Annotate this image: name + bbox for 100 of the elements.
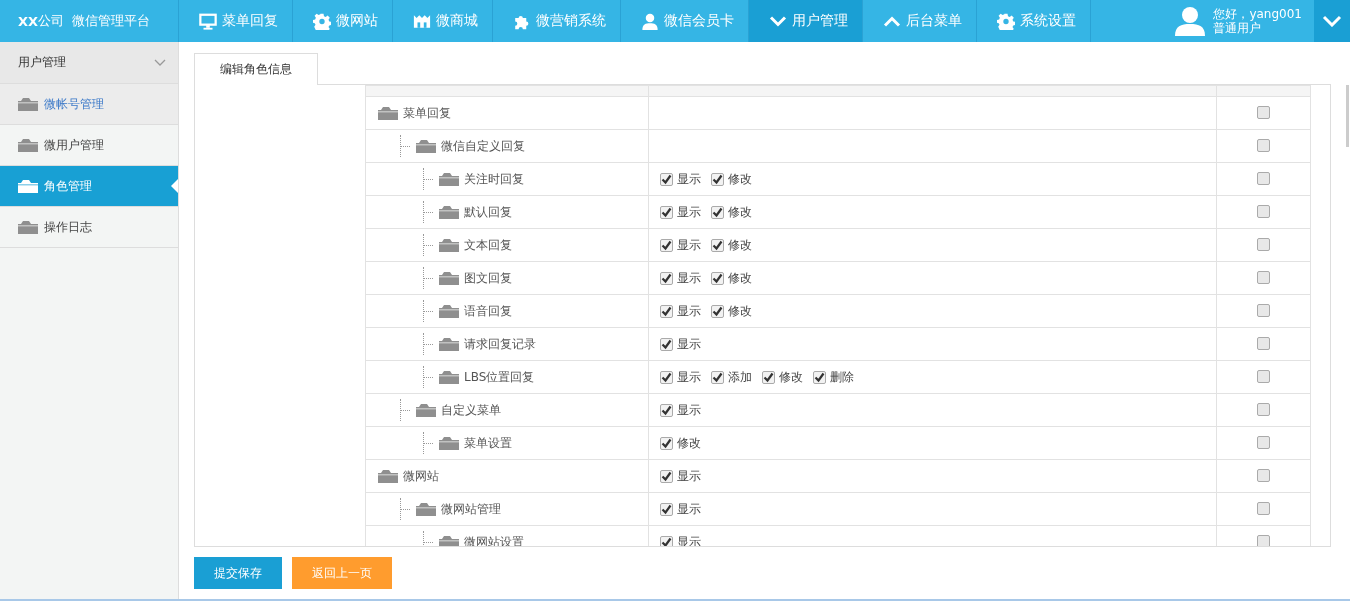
checkbox[interactable] xyxy=(1257,238,1270,251)
tree-node-label: 自定义菜单 xyxy=(441,401,501,419)
nav-tab[interactable]: 系统设置 xyxy=(976,0,1091,42)
folder-icon xyxy=(18,97,38,111)
checkbox[interactable] xyxy=(1257,205,1270,218)
brand-title: XX公司 微信管理平台 xyxy=(17,12,152,31)
permission-label: 显示 xyxy=(677,236,701,254)
sidebar-item[interactable]: 角色管理 xyxy=(0,166,178,207)
checkbox[interactable] xyxy=(660,337,673,351)
permission-label: 修改 xyxy=(728,203,752,221)
nav-tab[interactable]: 微网站 xyxy=(292,0,392,42)
person-icon xyxy=(641,12,659,30)
settings-icon xyxy=(313,12,331,30)
checkbox[interactable] xyxy=(660,172,673,186)
folder-icon xyxy=(378,469,398,483)
tree-node-label: 微网站管理 xyxy=(441,500,501,518)
permission-label: 修改 xyxy=(728,236,752,254)
checkbox[interactable] xyxy=(660,436,673,450)
folder-icon xyxy=(439,337,459,351)
checkbox[interactable] xyxy=(813,370,826,384)
tree-node-label: 请求回复记录 xyxy=(464,335,536,353)
user-greeting: 您好，yang001 xyxy=(1213,7,1302,21)
permission-label: 修改 xyxy=(779,368,803,386)
checkbox[interactable] xyxy=(711,370,724,384)
tree-node-label: 微信自定义回复 xyxy=(441,137,525,155)
checkbox[interactable] xyxy=(1257,304,1270,317)
permission-label: 显示 xyxy=(677,269,701,287)
folder-icon xyxy=(439,370,459,384)
checkbox[interactable] xyxy=(1257,403,1270,416)
folder-icon xyxy=(439,172,459,186)
checkbox[interactable] xyxy=(1257,370,1270,383)
folder-icon xyxy=(416,139,436,153)
folder-icon xyxy=(439,205,459,219)
nav-tab[interactable]: 微营销系统 xyxy=(492,0,620,42)
permission-label: 显示 xyxy=(677,500,701,518)
checkbox[interactable] xyxy=(660,304,673,318)
tree-node-label: 默认回复 xyxy=(464,203,512,221)
permission-label: 显示 xyxy=(677,302,701,320)
folder-icon xyxy=(18,138,38,152)
tree-node-label: 关注时回复 xyxy=(464,170,524,188)
checkbox[interactable] xyxy=(1257,469,1270,482)
sidebar-item[interactable]: 操作日志 xyxy=(0,207,178,248)
shop-icon xyxy=(413,12,431,30)
checkbox[interactable] xyxy=(1257,535,1270,546)
folder-icon xyxy=(378,106,398,120)
checkbox[interactable] xyxy=(1257,106,1270,119)
folder-icon xyxy=(439,238,459,252)
checkbox[interactable] xyxy=(1257,271,1270,284)
checkbox[interactable] xyxy=(711,271,724,285)
permission-label: 修改 xyxy=(677,434,701,452)
checkbox[interactable] xyxy=(660,205,673,219)
folder-icon xyxy=(416,502,436,516)
tab[interactable]: 编辑角色信息 xyxy=(194,53,318,85)
permission-label: 显示 xyxy=(677,203,701,221)
tree-node-label: LBS位置回复 xyxy=(464,368,535,386)
back-button[interactable]: 返回上一页 xyxy=(292,557,392,589)
checkbox[interactable] xyxy=(1257,436,1270,449)
checkbox[interactable] xyxy=(660,469,673,483)
user-menu-button[interactable] xyxy=(1314,0,1350,42)
sidebar-header[interactable]: 用户管理 xyxy=(0,42,178,84)
permission-label: 显示 xyxy=(677,335,701,353)
sidebar-item[interactable]: 微帐号管理 xyxy=(0,84,178,125)
folder-icon xyxy=(439,271,459,285)
permission-label: 显示 xyxy=(677,401,701,419)
checkbox[interactable] xyxy=(1257,172,1270,185)
user-role: 普通用户 xyxy=(1213,21,1262,35)
scrollbar-thumb[interactable] xyxy=(1346,85,1349,147)
permission-label: 添加 xyxy=(728,368,752,386)
checkbox[interactable] xyxy=(1257,337,1270,350)
permission-label: 显示 xyxy=(677,467,701,485)
submit-button[interactable]: 提交保存 xyxy=(194,557,282,589)
permission-label: 修改 xyxy=(728,269,752,287)
folder-icon xyxy=(416,403,436,417)
nav-tab[interactable]: 用户管理 xyxy=(748,0,862,42)
checkbox[interactable] xyxy=(711,238,724,252)
folder-icon xyxy=(18,179,38,193)
checkbox[interactable] xyxy=(660,271,673,285)
checkbox[interactable] xyxy=(660,370,673,384)
tree-node-label: 菜单设置 xyxy=(464,434,512,452)
checkbox[interactable] xyxy=(660,502,673,516)
folder-icon xyxy=(439,304,459,318)
permission-label: 删除 xyxy=(830,368,854,386)
chevron-down-icon xyxy=(1322,15,1342,27)
checkbox[interactable] xyxy=(711,304,724,318)
checkbox[interactable] xyxy=(1257,139,1270,152)
checkbox[interactable] xyxy=(1257,502,1270,515)
monitor-icon xyxy=(199,12,217,30)
checkbox[interactable] xyxy=(660,535,673,546)
nav-tab[interactable]: 菜单回复 xyxy=(178,0,292,42)
checkbox[interactable] xyxy=(762,370,775,384)
nav-tab[interactable]: 后台菜单 xyxy=(862,0,976,42)
checkbox[interactable] xyxy=(660,238,673,252)
checkbox[interactable] xyxy=(711,172,724,186)
folder-icon xyxy=(18,220,38,234)
nav-tab[interactable]: 微商城 xyxy=(392,0,492,42)
folder-icon xyxy=(439,535,459,546)
permission-label: 显示 xyxy=(677,170,701,188)
checkbox[interactable] xyxy=(711,205,724,219)
checkbox[interactable] xyxy=(660,403,673,417)
tree-node-label: 微网站 xyxy=(403,467,439,485)
